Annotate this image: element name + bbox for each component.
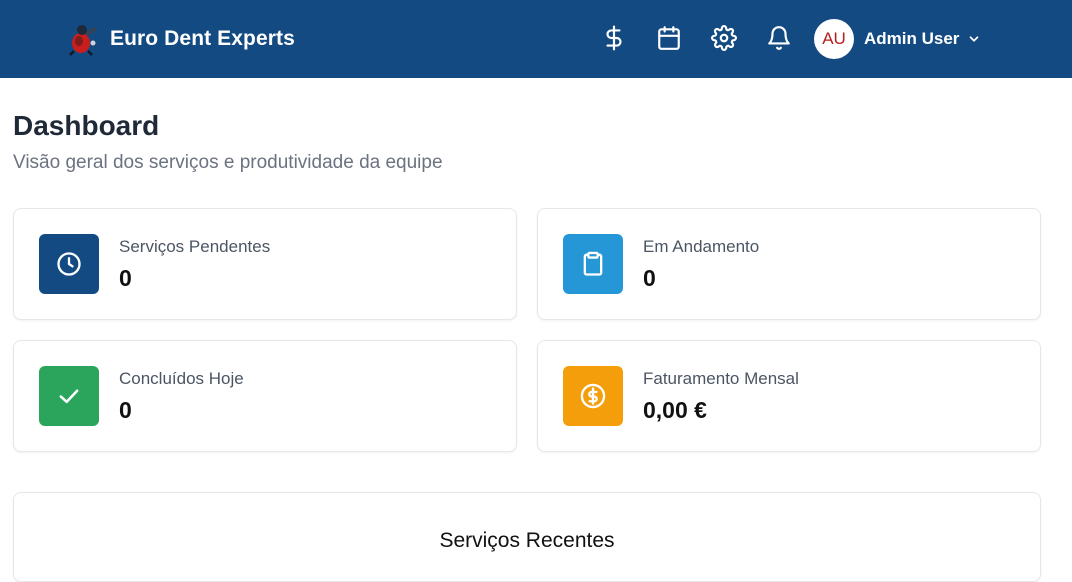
clock-icon: [39, 234, 99, 294]
avatar: AU: [814, 19, 854, 59]
stat-label: Concluídos Hoje: [119, 369, 244, 388]
stat-value: 0: [119, 397, 132, 423]
stat-card-pending: Serviços Pendentes 0: [13, 208, 517, 320]
page-title: Dashboard: [13, 110, 160, 141]
stat-label: Em Andamento: [643, 237, 760, 256]
stat-value: 0,00 €: [643, 397, 707, 423]
gear-icon[interactable]: [709, 22, 739, 54]
calendar-icon[interactable]: [654, 22, 684, 54]
stat-value: 0: [119, 265, 132, 291]
page-subtitle: Visão geral dos serviços e produtividade…: [13, 152, 443, 173]
stat-value: 0: [643, 265, 656, 291]
stat-label: Faturamento Mensal: [643, 369, 799, 388]
bell-icon[interactable]: [764, 22, 794, 54]
stat-label: Serviços Pendentes: [119, 237, 271, 256]
check-icon: [39, 366, 99, 426]
top-navbar: Euro Dent Experts AU Admin User: [0, 0, 1072, 78]
user-name: Admin User: [864, 29, 960, 48]
stat-card-completed-today: Concluídos Hoje 0: [13, 340, 517, 452]
chevron-down-icon: [967, 32, 981, 46]
brand[interactable]: Euro Dent Experts: [66, 20, 295, 58]
stat-card-monthly-revenue: Faturamento Mensal 0,00 €: [537, 340, 1041, 452]
recent-services-panel: Serviços Recentes: [13, 492, 1041, 582]
dollar-circle-icon: [563, 366, 623, 426]
recent-services-title: Serviços Recentes: [439, 529, 615, 552]
clipboard-icon: [563, 234, 623, 294]
user-menu[interactable]: AU Admin User: [814, 19, 981, 59]
brand-name: Euro Dent Experts: [110, 27, 295, 50]
dollar-icon[interactable]: [599, 22, 629, 54]
brand-logo-icon: [66, 21, 100, 57]
stat-card-in-progress: Em Andamento 0: [537, 208, 1041, 320]
